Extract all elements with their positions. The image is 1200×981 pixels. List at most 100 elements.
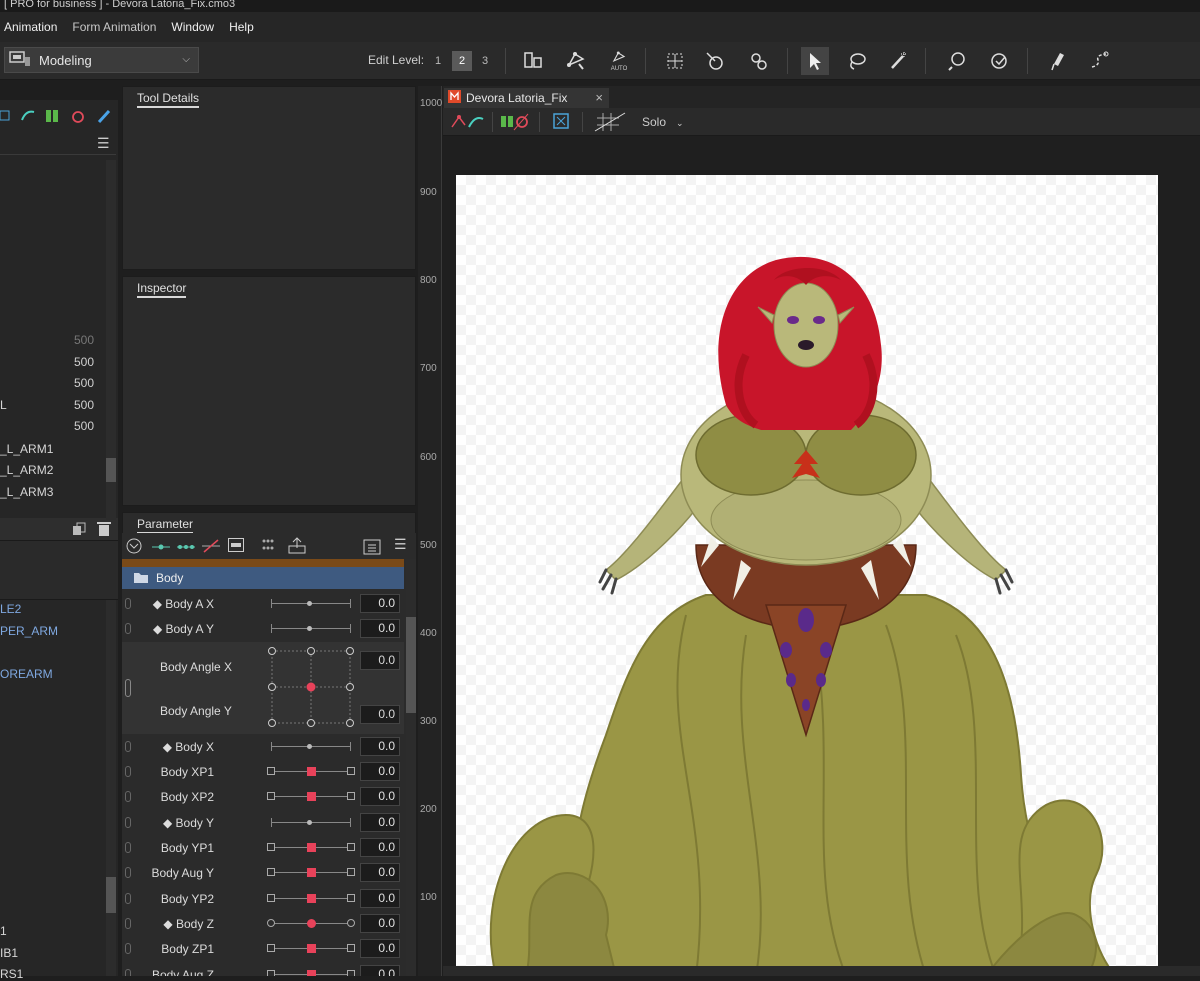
left-item-l[interactable]: L — [0, 398, 7, 412]
panel-menu-icon[interactable]: ☰ — [97, 135, 110, 152]
menu-item-form-animation[interactable]: Form Animation — [72, 20, 156, 34]
mesh-edit-icon[interactable] — [562, 47, 590, 75]
parameter-row[interactable]: Body YP2 0.0 — [122, 886, 404, 911]
menu-item-animation[interactable]: Animation — [4, 20, 57, 34]
parameter-value-input[interactable]: 0.0 — [360, 737, 400, 756]
duplicate-icon[interactable] — [72, 522, 86, 539]
grid-select-icon[interactable] — [661, 47, 689, 75]
link-icon[interactable] — [125, 679, 131, 697]
link-icon[interactable] — [125, 766, 131, 777]
auto-mesh-icon[interactable]: AUTO — [605, 47, 633, 75]
export-icon[interactable] — [288, 536, 306, 557]
parameter-slider[interactable] — [271, 818, 351, 827]
delete-keyform-icon[interactable] — [202, 539, 220, 556]
parameter-row[interactable]: Body ZP1 0.0 — [122, 936, 404, 961]
parameter-row[interactable]: Body Aug Z 0.0 — [122, 962, 404, 976]
link-icon[interactable] — [125, 969, 131, 976]
parameter-value-input[interactable]: 0.0 — [360, 705, 400, 724]
mesh-vertex-icon[interactable] — [449, 113, 485, 134]
parameter-slider[interactable] — [267, 919, 355, 928]
left-item[interactable]: _L_ARM1 — [0, 442, 53, 456]
collapse-icon[interactable] — [126, 538, 142, 557]
brush-select-icon[interactable] — [885, 47, 913, 75]
grid-toggle-icon[interactable] — [593, 111, 627, 136]
parameter-2d-pad[interactable] — [266, 646, 356, 730]
left-item[interactable]: LE2 — [0, 602, 21, 616]
parameter-value-input[interactable]: 0.0 — [360, 863, 400, 882]
warp-icon[interactable] — [701, 47, 729, 75]
frame-icon[interactable] — [553, 113, 569, 132]
group-list-icon[interactable] — [261, 538, 275, 555]
parameter-value-input[interactable]: 0.0 — [360, 965, 400, 976]
left-item[interactable]: 1 — [0, 924, 7, 938]
parameter-row[interactable]: Body XP1 0.0 — [122, 759, 404, 784]
link-icon[interactable] — [125, 741, 131, 752]
parameter-value-input[interactable]: 0.0 — [360, 594, 400, 613]
parameter-slider[interactable] — [267, 894, 355, 903]
parameter-menu-icon[interactable]: ☰ — [394, 536, 407, 553]
parameter-slider[interactable] — [267, 868, 355, 877]
edit-level-1[interactable]: 1 — [428, 51, 448, 71]
document-tab[interactable]: Devora Latoria_Fix × — [444, 88, 609, 108]
parameter-row[interactable]: ◆ Body A Y 0.0 — [122, 616, 404, 641]
add-keyform-icon[interactable] — [152, 541, 170, 555]
menu-item-help[interactable]: Help — [229, 20, 254, 34]
edit-level-2[interactable]: 2 — [452, 51, 472, 71]
solo-dropdown[interactable]: Solo ⌄ — [642, 115, 684, 129]
left-item[interactable]: OREARM — [0, 667, 53, 681]
link-icon[interactable] — [125, 817, 131, 828]
link-icon[interactable] — [125, 893, 131, 904]
parameter-row[interactable]: ◆ Body Y 0.0 — [122, 810, 404, 835]
pen-tool-icon[interactable] — [96, 108, 112, 127]
trash-icon[interactable] — [97, 521, 111, 540]
parameter-row[interactable]: ◆ Body A X 0.0 — [122, 591, 404, 616]
parameter-slider[interactable] — [267, 792, 355, 801]
layer-visibility-icon[interactable] — [500, 113, 530, 134]
lasso-icon[interactable] — [843, 47, 871, 75]
parameter-slider[interactable] — [267, 970, 355, 976]
parameter-value-input[interactable]: 0.0 — [360, 651, 400, 670]
tab-inspector[interactable]: Inspector — [137, 281, 187, 298]
pin-check-icon[interactable] — [985, 47, 1013, 75]
tab-tool-details[interactable]: Tool Details — [137, 91, 200, 108]
parameter-value-input[interactable]: 0.0 — [360, 762, 400, 781]
parameter-value-input[interactable]: 0.0 — [360, 813, 400, 832]
deformer-icon[interactable] — [519, 47, 547, 75]
model-artboard[interactable] — [456, 175, 1158, 976]
parameter-row[interactable]: Body YP1 0.0 — [122, 835, 404, 860]
pin-icon[interactable] — [943, 47, 971, 75]
tab-parameter[interactable]: Parameter — [137, 517, 194, 534]
workspace-mode-select[interactable]: Modeling ⌵ — [4, 47, 199, 73]
rotation-icon[interactable] — [70, 108, 86, 127]
parameter-value-input[interactable]: 0.0 — [360, 619, 400, 638]
parameter-value-input[interactable]: 0.0 — [360, 787, 400, 806]
left-item[interactable]: IB1 — [0, 946, 18, 960]
add-keyform-3-icon[interactable] — [177, 541, 195, 555]
parameter-scrollbar[interactable] — [406, 559, 416, 976]
parameter-row[interactable]: Body Aug Y 0.0 — [122, 860, 404, 885]
pen-icon[interactable] — [1043, 47, 1071, 75]
parameter-group-body[interactable]: Body — [122, 567, 404, 589]
parameter-value-input[interactable]: 0.0 — [360, 838, 400, 857]
layers-icon[interactable] — [45, 108, 59, 127]
left-item[interactable]: PER_ARM — [0, 624, 58, 638]
menu-item-window[interactable]: Window — [171, 20, 214, 34]
link-icon[interactable] — [125, 943, 131, 954]
select-arrow-icon[interactable] — [801, 47, 829, 75]
parameter-slider[interactable] — [267, 843, 355, 852]
parameter-slider[interactable] — [271, 742, 351, 751]
left-item[interactable]: _L_ARM3 — [0, 485, 53, 499]
rotate-deformer-icon[interactable] — [744, 47, 772, 75]
parameter-value-input[interactable]: 0.0 — [360, 939, 400, 958]
edit-level-3[interactable]: 3 — [475, 51, 495, 71]
parameter-value-input[interactable]: 0.0 — [360, 889, 400, 908]
left-item[interactable]: RS1 — [0, 967, 23, 981]
parameter-slider[interactable] — [271, 599, 351, 608]
parameter-row[interactable]: Body XP2 0.0 — [122, 784, 404, 809]
parameter-row[interactable]: ◆ Body Z 0.0 — [122, 911, 404, 936]
link-icon[interactable] — [125, 867, 131, 878]
link-icon[interactable] — [20, 108, 36, 127]
path-icon[interactable] — [1085, 47, 1113, 75]
parameter-slider[interactable] — [271, 624, 351, 633]
link-icon[interactable] — [125, 842, 131, 853]
